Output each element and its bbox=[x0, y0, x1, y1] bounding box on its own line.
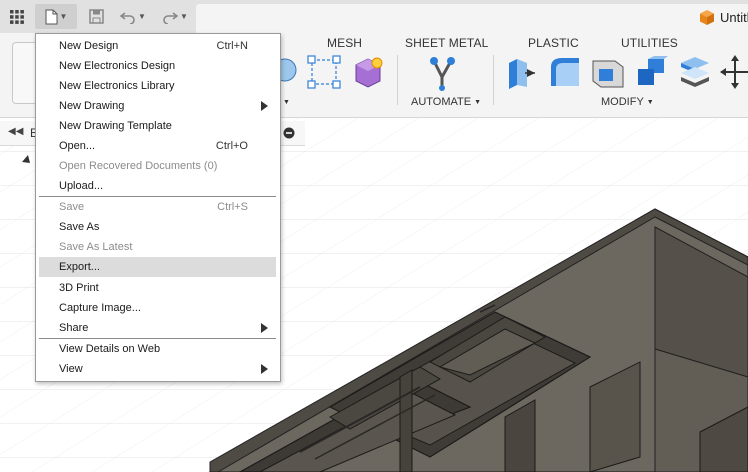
menu-item-export[interactable]: Export... bbox=[39, 257, 276, 277]
inspect-sphere-icon[interactable] bbox=[279, 55, 301, 87]
menu-item-3d-print[interactable]: 3D Print bbox=[39, 278, 276, 298]
file-menu-button[interactable]: ▼ bbox=[35, 4, 77, 29]
fillet-icon[interactable] bbox=[548, 55, 582, 89]
tab-mesh[interactable]: MESH bbox=[327, 36, 362, 50]
tab-utilities[interactable]: UTILITIES bbox=[621, 36, 678, 50]
document-tab[interactable] bbox=[196, 4, 748, 33]
application-bar: ▼ ▼ ▼ Untitl bbox=[0, 0, 748, 33]
automate-group-label[interactable]: AUTOMATE ▼ bbox=[411, 96, 481, 108]
minimize-icon[interactable] bbox=[283, 127, 295, 139]
menu-item-view-details-on-web[interactable]: View Details on Web bbox=[39, 339, 276, 359]
undo-icon bbox=[120, 11, 135, 24]
menu-item-new-electronics-design[interactable]: New Electronics Design bbox=[39, 56, 276, 76]
mesh-section-icon[interactable] bbox=[307, 55, 341, 89]
divider bbox=[397, 55, 398, 105]
menu-item-open[interactable]: Open... Ctrl+O bbox=[39, 136, 276, 156]
orange-cube-icon bbox=[700, 10, 714, 25]
chevron-down-icon: ▼ bbox=[180, 12, 188, 21]
grid-icon bbox=[10, 9, 24, 24]
move-icon[interactable] bbox=[720, 55, 748, 89]
menu-item-new-drawing[interactable]: New Drawing bbox=[39, 96, 276, 116]
menu-item-save-as[interactable]: Save As bbox=[39, 217, 276, 237]
file-icon bbox=[45, 9, 58, 24]
menu-item-share[interactable]: Share bbox=[39, 318, 276, 338]
redo-icon bbox=[163, 11, 179, 24]
redo-button[interactable]: ▼ bbox=[158, 4, 192, 29]
menu-item-view[interactable]: View bbox=[39, 359, 276, 379]
chevron-down-icon: ▼ bbox=[59, 12, 68, 21]
modify-group-label[interactable]: MODIFY ▼ bbox=[601, 96, 654, 108]
collapse-panel-icon[interactable]: ◀◀ bbox=[8, 126, 23, 137]
tab-sheet-metal[interactable]: SHEET METAL bbox=[405, 36, 488, 50]
shell-icon[interactable] bbox=[591, 55, 625, 89]
submenu-arrow-icon bbox=[261, 101, 268, 111]
menu-item-capture-image[interactable]: Capture Image... bbox=[39, 298, 276, 318]
menu-item-new-electronics-library[interactable]: New Electronics Library bbox=[39, 76, 276, 96]
menu-item-save: Save Ctrl+S bbox=[59, 201, 248, 213]
chevron-down-icon: ▼ bbox=[474, 99, 482, 106]
menu-item-upload[interactable]: Upload... bbox=[39, 176, 276, 196]
tab-plastic[interactable]: PLASTIC bbox=[528, 36, 579, 50]
document-title: Untitl bbox=[720, 10, 748, 25]
group-caret[interactable]: ▼ bbox=[280, 96, 290, 108]
menu-item-open-recovered-documents: Open Recovered Documents (0) bbox=[59, 160, 218, 172]
menu-item-save-as-latest: Save As Latest bbox=[59, 241, 133, 253]
combine-icon[interactable] bbox=[634, 55, 668, 89]
divider bbox=[493, 55, 494, 105]
save-button[interactable] bbox=[84, 4, 108, 29]
menu-item-new-drawing-template[interactable]: New Drawing Template bbox=[39, 116, 276, 136]
submenu-arrow-icon bbox=[261, 364, 268, 374]
mesh-create-icon[interactable] bbox=[352, 55, 386, 89]
chevron-down-icon: ▼ bbox=[138, 12, 146, 21]
press-pull-icon[interactable] bbox=[505, 55, 539, 89]
automate-icon[interactable] bbox=[425, 55, 459, 91]
submenu-arrow-icon bbox=[261, 323, 268, 333]
menu-item-new-design[interactable]: New Design Ctrl+N bbox=[39, 36, 276, 56]
save-icon bbox=[88, 9, 104, 24]
file-dropdown-menu: New Design Ctrl+N New Electronics Design … bbox=[35, 33, 281, 382]
apps-grid-button[interactable] bbox=[4, 4, 30, 29]
replace-face-icon[interactable] bbox=[677, 55, 711, 89]
chevron-down-icon: ▼ bbox=[646, 99, 654, 106]
undo-button[interactable]: ▼ bbox=[116, 4, 150, 29]
